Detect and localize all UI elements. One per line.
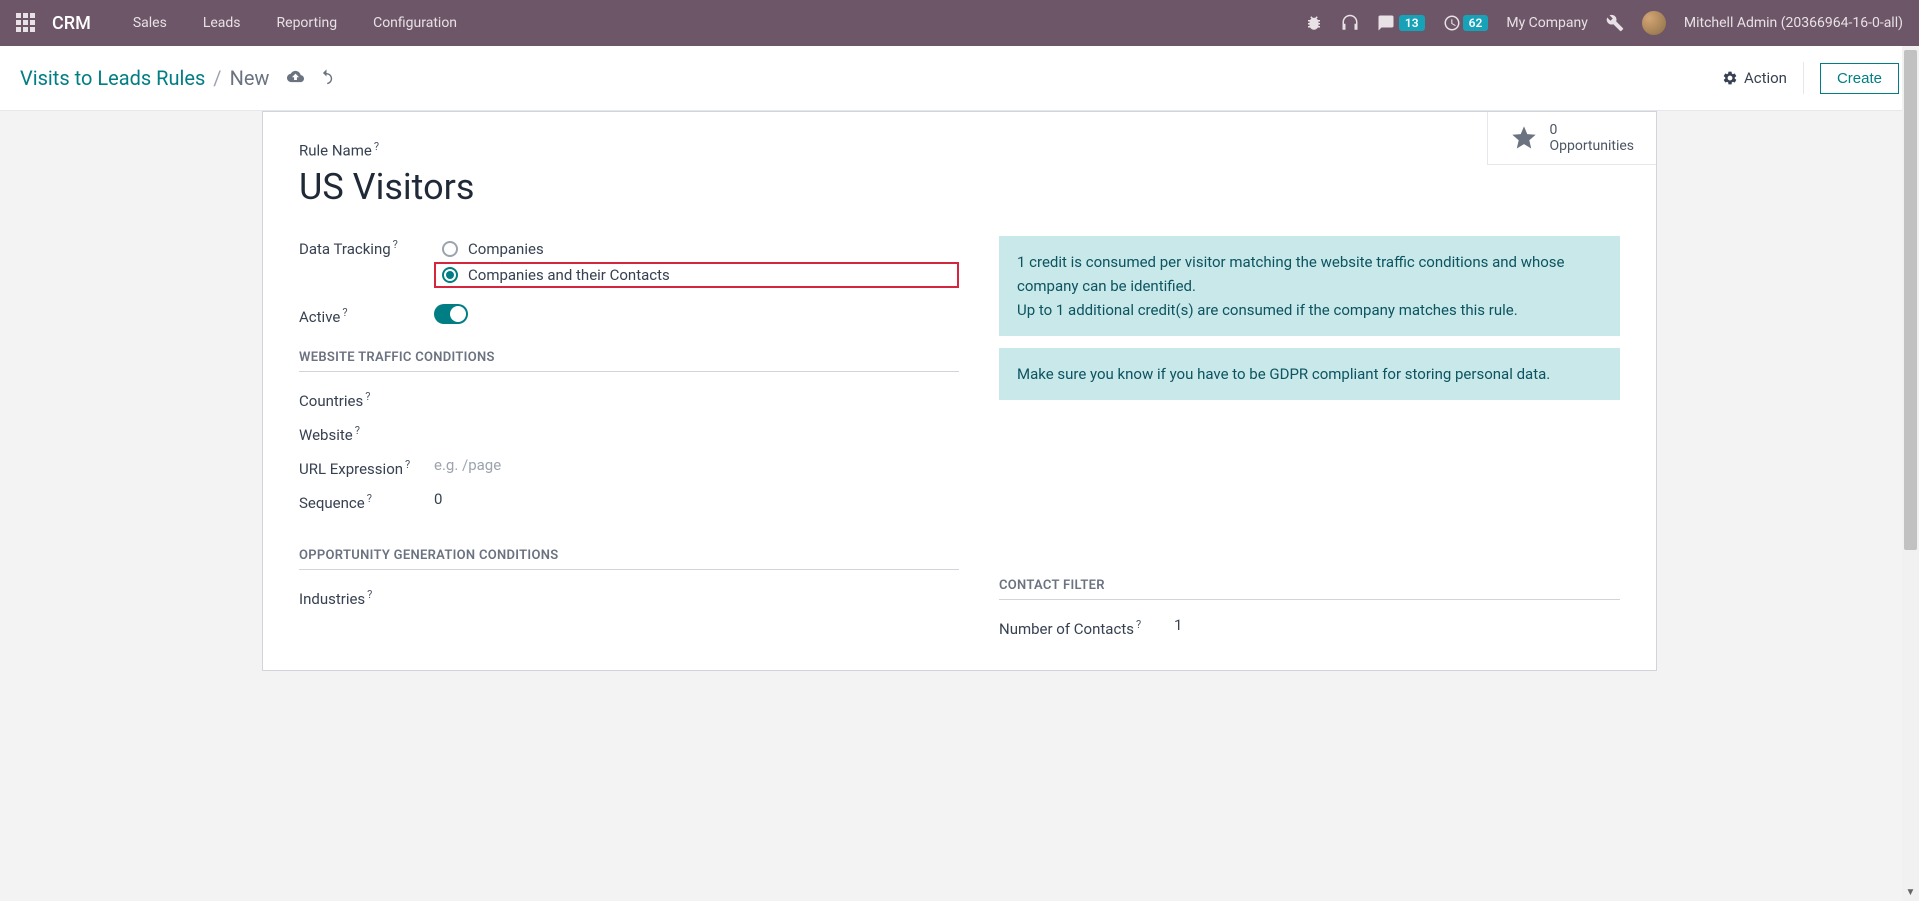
scrollbar[interactable]: ▲ ▼ xyxy=(1902,46,1919,901)
field-data-tracking: Data Tracking? Companies Companies and t… xyxy=(299,236,959,288)
cloud-save-icon[interactable] xyxy=(287,66,304,90)
discard-icon[interactable] xyxy=(318,66,335,90)
field-num-contacts: Number of Contacts? 1 xyxy=(999,616,1620,638)
tools-icon[interactable] xyxy=(1606,14,1624,32)
radio-circle-checked-icon xyxy=(442,267,458,283)
field-url-expression: URL Expression? e.g. /page xyxy=(299,456,959,478)
num-contacts-input[interactable]: 1 xyxy=(1174,616,1182,634)
active-toggle[interactable] xyxy=(434,304,468,324)
section-contact-title: CONTACT FILTER xyxy=(999,578,1620,600)
url-expr-input[interactable]: e.g. /page xyxy=(434,456,501,474)
breadcrumb: Visits to Leads Rules / New xyxy=(20,66,335,90)
help-icon[interactable]: ? xyxy=(355,424,360,437)
apps-grid-icon[interactable] xyxy=(16,13,36,33)
form-sheet: 0 Opportunities Rule Name? US Visitors D… xyxy=(262,111,1657,671)
alert-credits: 1 credit is consumed per visitor matchin… xyxy=(999,236,1620,336)
col-left: Data Tracking? Companies Companies and t… xyxy=(299,236,959,650)
radio-companies-label: Companies xyxy=(468,240,544,258)
breadcrumb-parent[interactable]: Visits to Leads Rules xyxy=(20,66,205,90)
radio-companies-contacts-label: Companies and their Contacts xyxy=(468,266,670,284)
bug-icon[interactable] xyxy=(1305,14,1323,32)
sequence-input[interactable]: 0 xyxy=(434,490,442,508)
top-navigation: CRM Sales Leads Reporting Configuration … xyxy=(0,0,1919,46)
help-icon[interactable]: ? xyxy=(342,306,347,319)
action-menu[interactable]: Action xyxy=(1722,69,1787,87)
messages-icon[interactable]: 13 xyxy=(1377,14,1425,32)
scroll-thumb[interactable] xyxy=(1904,50,1917,550)
nav-configuration[interactable]: Configuration xyxy=(359,15,471,31)
form-columns: Data Tracking? Companies Companies and t… xyxy=(299,236,1620,650)
user-avatar[interactable] xyxy=(1642,11,1666,35)
col-right: 1 credit is consumed per visitor matchin… xyxy=(999,236,1620,650)
nav-sales[interactable]: Sales xyxy=(119,15,181,31)
scroll-down-icon[interactable]: ▼ xyxy=(1902,884,1919,901)
content-wrap: 0 Opportunities Rule Name? US Visitors D… xyxy=(0,111,1919,711)
radio-circle-icon xyxy=(442,241,458,257)
topnav-right: 13 62 My Company Mitchell Admin (2036696… xyxy=(1305,11,1903,35)
headset-icon[interactable] xyxy=(1341,14,1359,32)
alert-gdpr: Make sure you know if you have to be GDP… xyxy=(999,348,1620,400)
stat-label: Opportunities xyxy=(1550,138,1635,154)
rule-name-label: Rule Name? xyxy=(299,140,1620,160)
field-industries: Industries? xyxy=(299,586,959,608)
nav-leads[interactable]: Leads xyxy=(189,15,255,31)
divider xyxy=(1803,62,1804,94)
section-opp-title: OPPORTUNITY GENERATION CONDITIONS xyxy=(299,548,959,570)
stat-text: 0 Opportunities xyxy=(1550,122,1635,154)
star-icon xyxy=(1510,124,1538,152)
breadcrumb-sep: / xyxy=(213,66,221,90)
field-website: Website? xyxy=(299,422,959,444)
radio-companies[interactable]: Companies xyxy=(434,236,959,262)
field-sequence: Sequence? 0 xyxy=(299,490,959,512)
section-traffic-title: WEBSITE TRAFFIC CONDITIONS xyxy=(299,350,959,372)
help-icon[interactable]: ? xyxy=(367,588,372,601)
field-countries: Countries? xyxy=(299,388,959,410)
topnav-left: CRM Sales Leads Reporting Configuration xyxy=(16,13,471,34)
help-icon[interactable]: ? xyxy=(365,390,370,403)
form-inner: Rule Name? US Visitors Data Tracking? Co… xyxy=(263,112,1656,670)
breadcrumb-bar: Visits to Leads Rules / New Action Creat… xyxy=(0,46,1919,111)
field-active: Active? xyxy=(299,304,959,326)
action-label: Action xyxy=(1744,69,1787,87)
app-name[interactable]: CRM xyxy=(52,13,91,34)
help-icon[interactable]: ? xyxy=(405,458,410,471)
help-icon[interactable]: ? xyxy=(367,492,372,505)
clock-icon[interactable]: 62 xyxy=(1443,14,1489,32)
stat-opportunities[interactable]: 0 Opportunities xyxy=(1487,112,1657,165)
help-icon[interactable]: ? xyxy=(1136,618,1141,631)
rule-name-input[interactable]: US Visitors xyxy=(299,166,1620,208)
breadcrumb-actions: Action Create xyxy=(1722,62,1899,94)
company-selector[interactable]: My Company xyxy=(1506,15,1588,31)
breadcrumb-current: New xyxy=(230,66,270,90)
clock-badge: 62 xyxy=(1463,15,1489,31)
help-icon[interactable]: ? xyxy=(374,140,379,153)
stat-count: 0 xyxy=(1550,122,1635,138)
radio-companies-contacts[interactable]: Companies and their Contacts xyxy=(434,262,959,288)
nav-reporting[interactable]: Reporting xyxy=(263,15,352,31)
messages-badge: 13 xyxy=(1399,15,1425,31)
user-name[interactable]: Mitchell Admin (20366964-16-0-all) xyxy=(1684,15,1903,31)
help-icon[interactable]: ? xyxy=(393,238,398,251)
create-button[interactable]: Create xyxy=(1820,63,1899,94)
